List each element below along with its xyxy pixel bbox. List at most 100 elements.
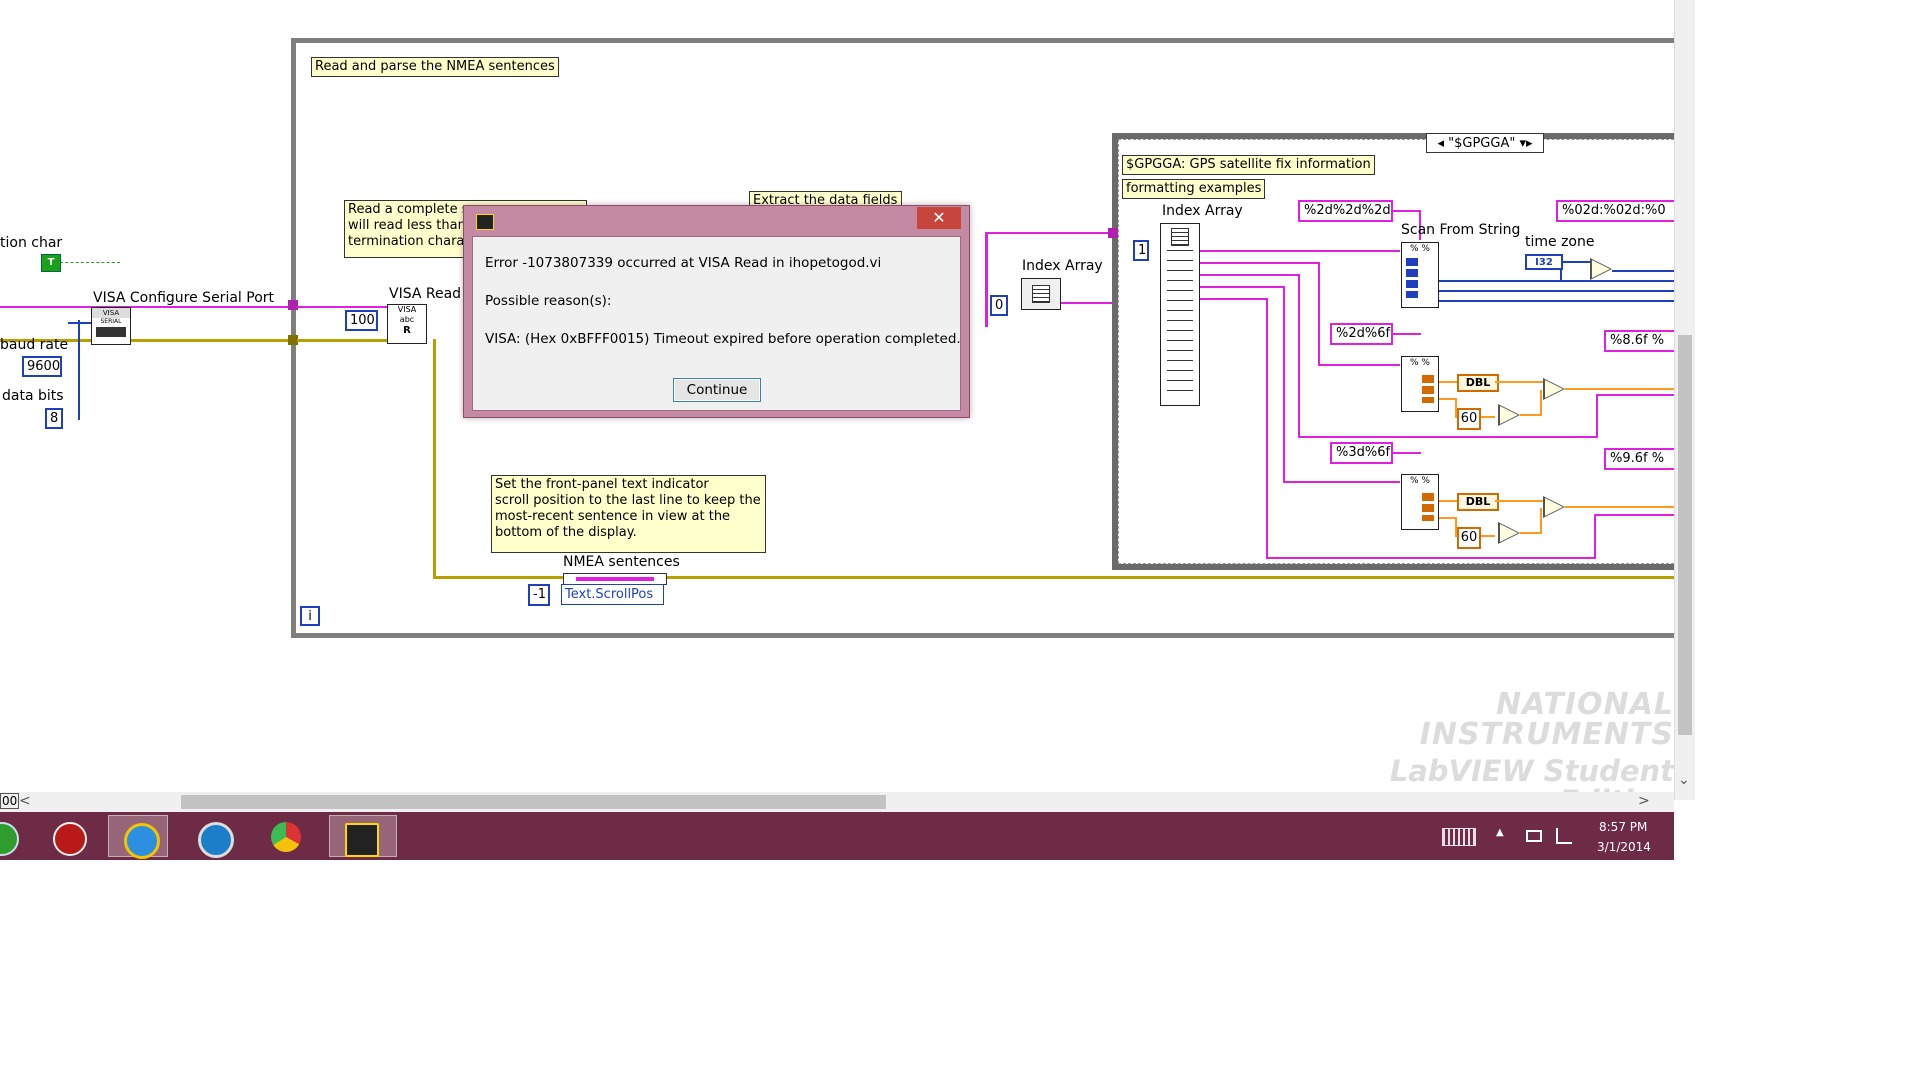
scan-from-string-node-3[interactable]: % % <box>1401 474 1439 530</box>
format-out-constant-1[interactable]: %02d:%02d:%0 <box>1556 200 1674 222</box>
format-constant-2[interactable]: %2d%6f <box>1330 323 1393 345</box>
termination-char-label: tion char <box>0 235 63 251</box>
divide-node-1[interactable] <box>1498 404 1520 426</box>
format-constant-1[interactable]: %2d%2d%2d <box>1298 200 1393 222</box>
taskbar-app-green[interactable] <box>0 815 30 857</box>
tunnel-visa <box>288 300 298 310</box>
wire-tz <box>1563 261 1591 263</box>
visa-read-node[interactable]: VISA abc R <box>387 304 427 344</box>
dialog-close-button[interactable]: ✕ <box>917 207 961 229</box>
wire-string-to-case <box>985 232 1115 234</box>
action-center-icon[interactable] <box>1556 828 1572 844</box>
scan-from-string-node-2[interactable]: % % <box>1401 356 1439 412</box>
taskbar-app-audio[interactable] <box>38 815 98 857</box>
dialog-titlebar[interactable]: ✕ <box>464 206 969 236</box>
wire-minutes <box>1439 290 1674 292</box>
sixty-constant-1[interactable]: 60 <box>1457 408 1481 430</box>
index-outer-constant[interactable]: 0 <box>990 295 1008 316</box>
text-scrollpos-property[interactable]: Text.ScrollPos <box>561 584 664 605</box>
format-constant-3[interactable]: %3d%6f <box>1330 442 1393 464</box>
wire-div-1 <box>1520 414 1540 416</box>
dbl-convert-1[interactable]: DBL <box>1457 374 1499 392</box>
audio-app-icon <box>53 822 87 856</box>
clock-date[interactable]: 3/1/2014 <box>1597 840 1651 854</box>
dbl-convert-2[interactable]: DBL <box>1457 493 1499 511</box>
format-out-constant-3[interactable]: %9.6f % <box>1604 448 1674 470</box>
index-array-inner-label: Index Array <box>1162 203 1243 219</box>
wire-field-3-across <box>1298 436 1598 438</box>
time-zone-label: time zone <box>1525 234 1595 250</box>
nmea-sentences-label: NMEA sentences <box>563 554 680 570</box>
wire-field-4-to-scan <box>1283 481 1400 483</box>
continue-button[interactable]: Continue <box>673 378 761 402</box>
wire-string-vert <box>985 232 988 327</box>
scan-from-string-node-1[interactable]: % % <box>1401 242 1439 308</box>
formatting-comment: formatting examples <box>1122 179 1266 199</box>
case-selector-dropdown-icon[interactable]: ▾▸ <box>1519 136 1532 151</box>
labview-app-icon <box>476 214 494 230</box>
termination-char-constant[interactable]: T <box>41 254 61 272</box>
network-icon[interactable] <box>1526 830 1542 842</box>
gpgga-comment: $GPGGA: GPS satellite fix information <box>1122 155 1375 175</box>
wire-error-loop <box>297 339 392 342</box>
show-hidden-icons-icon[interactable]: ▲ <box>1496 827 1504 838</box>
wire-field-4-down <box>1283 286 1285 482</box>
time-zone-control[interactable]: I32 <box>1525 254 1563 270</box>
index-inner-constant[interactable]: 1 <box>1133 240 1149 261</box>
taskbar: ▲ 8:57 PM 3/1/2014 <box>0 812 1674 860</box>
green-app-icon <box>0 822 19 856</box>
wire-div-1-up <box>1540 390 1542 416</box>
wire-term-char <box>55 262 120 264</box>
scroll-comment: Set the front-panel text indicator scrol… <box>491 475 766 553</box>
wire-tz-out <box>1612 270 1674 272</box>
add-tz-node[interactable] <box>1590 258 1612 280</box>
vertical-scrollbar[interactable]: ⌄ <box>1674 0 1695 800</box>
taskbar-chrome[interactable] <box>256 815 316 857</box>
vertical-scroll-thumb[interactable] <box>1678 335 1692 735</box>
scan-from-string-label: Scan From String <box>1401 222 1521 238</box>
error-dialog[interactable]: ✕ Error -1073807339 occurred at VISA Rea… <box>463 205 970 418</box>
wire-div-2-up <box>1540 508 1542 534</box>
wire-field-1 <box>1200 250 1400 252</box>
horizontal-scrollbar[interactable]: 00 < > <box>0 792 1674 812</box>
visa-configure-node[interactable]: VISA SERIAL <box>91 307 131 345</box>
taskbar-media-app[interactable] <box>183 815 243 858</box>
wire-seconds <box>1439 300 1674 302</box>
read-count-constant[interactable]: 100 <box>345 310 378 331</box>
while-loop-comment: Read and parse the NMEA sentences <box>311 57 559 77</box>
scroll-comment-line-2: scroll position to the last line to keep… <box>495 493 761 508</box>
sixty-constant-2[interactable]: 60 <box>1457 527 1481 549</box>
scroll-value-constant[interactable]: -1 <box>528 584 550 606</box>
taskbar-internet-explorer[interactable] <box>108 815 168 859</box>
wire-field-2 <box>1200 262 1320 264</box>
case-selector-prev-icon[interactable]: ◂ <box>1437 136 1444 151</box>
index-array-inner-node[interactable] <box>1160 223 1200 406</box>
index-array-outer-label: Index Array <box>1022 258 1103 274</box>
data-bits-constant[interactable]: 8 <box>45 408 63 429</box>
scroll-right-icon[interactable]: > <box>1638 793 1650 809</box>
wire-format-1 <box>1393 210 1421 212</box>
wire-visa-in <box>297 306 392 308</box>
watermark-line-2: INSTRUMENTS <box>1419 717 1674 752</box>
wire-field-2-down <box>1318 262 1320 365</box>
baud-rate-constant[interactable]: 9600 <box>22 356 62 377</box>
divide-node-2[interactable] <box>1498 522 1520 544</box>
taskbar-labview[interactable] <box>329 815 397 857</box>
case-selector[interactable]: ◂ "$GPGGA" ▾▸ <box>1426 133 1544 153</box>
add-node-1[interactable] <box>1543 378 1565 400</box>
media-app-icon <box>198 822 234 858</box>
index-array-outer-node[interactable] <box>1021 278 1061 310</box>
wire-dbl-2 <box>1495 500 1543 502</box>
error-message: Error -1073807339 occurred at VISA Read … <box>485 255 882 271</box>
scroll-left-icon[interactable]: < <box>19 793 31 809</box>
format-out-constant-2[interactable]: %8.6f % <box>1604 330 1674 352</box>
wire-field-3-up <box>1596 394 1598 438</box>
wire-databits <box>78 320 80 420</box>
horizontal-scroll-thumb[interactable] <box>181 795 886 809</box>
scroll-down-icon[interactable]: ⌄ <box>1678 772 1690 788</box>
clock-time[interactable]: 8:57 PM <box>1599 820 1647 834</box>
data-bits-label: data bits <box>2 388 64 404</box>
add-node-2[interactable] <box>1543 496 1565 518</box>
keyboard-icon[interactable] <box>1442 828 1476 846</box>
wire-field-3-out <box>1596 394 1674 396</box>
